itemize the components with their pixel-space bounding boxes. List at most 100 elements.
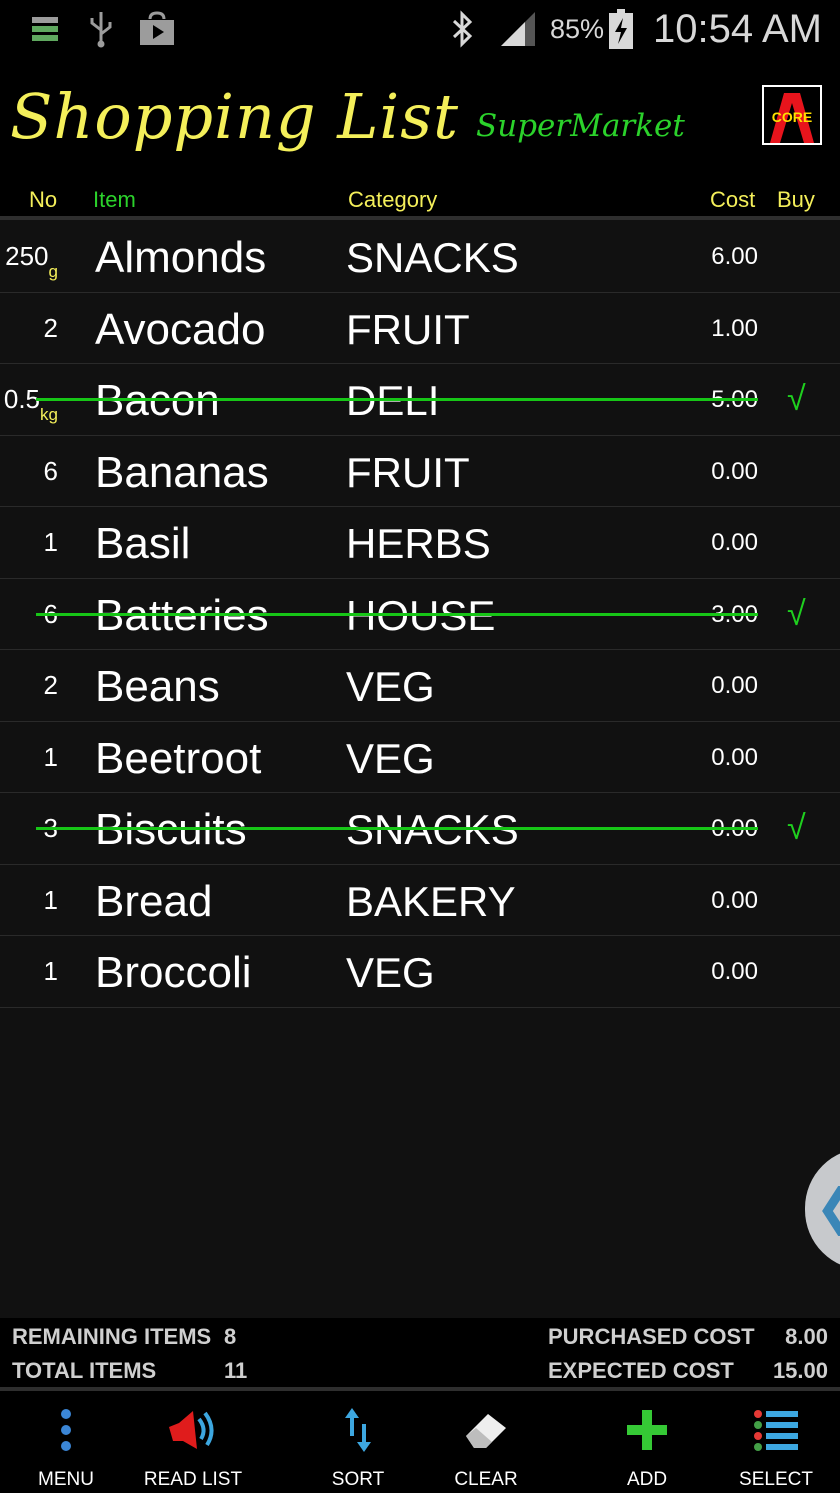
item-quantity: 1 xyxy=(44,865,58,939)
expected-cost-label: EXPECTED COST xyxy=(548,1358,734,1383)
select-label: SELECT xyxy=(739,1469,813,1490)
quantity-value: 1 xyxy=(43,527,58,557)
purchased-cost-value: 8.00 xyxy=(785,1324,828,1349)
column-header-category[interactable]: Category xyxy=(348,183,437,217)
column-header-no[interactable]: No xyxy=(29,183,57,217)
quantity-value: 2 xyxy=(43,312,58,343)
sort-arrows-icon xyxy=(314,1405,402,1455)
clear-button[interactable]: CLEAR xyxy=(442,1391,530,1493)
quantity-unit: kg xyxy=(40,405,58,424)
page-title: Shopping List xyxy=(10,80,459,153)
item-quantity: 1 xyxy=(44,507,58,581)
item-cost: 1.00 xyxy=(711,314,758,342)
item-cost: 0.00 xyxy=(711,743,758,771)
app-header: Shopping List SuperMarket CORE No Item C… xyxy=(0,58,840,218)
add-label: ADD xyxy=(626,1469,668,1490)
remaining-items-value: 8 xyxy=(224,1324,237,1349)
signal-icon xyxy=(498,0,538,58)
bottom-toolbar: MENU READ LIST SORT CLEAR ADD SELECT xyxy=(0,1391,840,1493)
eraser-icon xyxy=(442,1405,530,1455)
sort-button[interactable]: SORT xyxy=(314,1391,402,1493)
list-summary: REMAINING ITEMS 8 TOTAL ITEMS 11 PURCHAS… xyxy=(0,1318,840,1388)
item-quantity: 1 xyxy=(44,722,58,796)
item-quantity: 250g xyxy=(5,221,58,295)
list-item[interactable]: 0.5kg Bacon DELI 5.00 √ xyxy=(0,364,840,436)
quantity-unit: g xyxy=(48,262,58,281)
buy-check-icon[interactable]: √ xyxy=(787,364,806,435)
list-select-icon xyxy=(730,1405,822,1455)
item-name: Beans xyxy=(95,662,220,711)
shopping-list: 250g Almonds SNACKS 6.00 2 Avocado FRUIT… xyxy=(0,221,840,1008)
menu-button[interactable]: MENU xyxy=(22,1391,110,1493)
list-item[interactable]: 2 Beans VEG 0.00 xyxy=(0,650,840,722)
bluetooth-icon xyxy=(446,0,480,58)
logo-text: CORE xyxy=(771,109,813,125)
buy-check-icon[interactable]: √ xyxy=(787,579,806,650)
item-quantity: 2 xyxy=(44,650,58,724)
item-quantity: 2 xyxy=(44,293,58,367)
item-quantity: 3 xyxy=(44,793,58,867)
more-vert-icon xyxy=(22,1405,110,1455)
add-button[interactable]: ADD xyxy=(603,1391,691,1493)
item-quantity: 6 xyxy=(44,436,58,510)
quantity-value: 6 xyxy=(43,455,58,486)
status-bar: 85% 10:54 AM xyxy=(0,0,840,58)
read-list-button[interactable]: READ LIST xyxy=(140,1391,246,1493)
select-button[interactable]: SELECT xyxy=(730,1391,822,1493)
quantity-value: 250 xyxy=(5,241,49,271)
list-item[interactable]: 3 Biscuits SNACKS 0.00 √ xyxy=(0,793,840,865)
list-item[interactable]: 1 Bread BAKERY 0.00 xyxy=(0,865,840,939)
strike-line xyxy=(36,827,758,830)
item-category: VEG xyxy=(346,949,435,996)
plus-icon xyxy=(603,1405,691,1455)
list-item[interactable]: 6 Bananas FRUIT 0.00 xyxy=(0,436,840,510)
store-name[interactable]: SuperMarket xyxy=(476,108,685,144)
list-item[interactable]: 2 Avocado FRUIT 1.00 xyxy=(0,293,840,367)
list-item[interactable]: 1 Beetroot VEG 0.00 xyxy=(0,722,840,796)
item-category: VEG xyxy=(346,663,435,710)
clear-label: CLEAR xyxy=(454,1469,518,1490)
list-item[interactable]: 250g Almonds SNACKS 6.00 xyxy=(0,221,840,293)
item-name: Bananas xyxy=(95,447,269,497)
item-cost: 0.00 xyxy=(711,672,758,699)
item-name: Basil xyxy=(95,519,191,568)
item-cost: 0.00 xyxy=(711,958,758,985)
item-cost: 0.00 xyxy=(711,529,758,556)
buy-check-icon[interactable]: √ xyxy=(787,793,806,864)
list-item[interactable]: 1 Basil HERBS 0.00 xyxy=(0,507,840,579)
quantity-value: 1 xyxy=(43,884,58,915)
total-items-label: TOTAL ITEMS xyxy=(12,1358,157,1383)
play-store-icon xyxy=(137,0,177,58)
item-category: SNACKS xyxy=(346,234,519,281)
menu-label: MENU xyxy=(38,1469,94,1490)
item-category: HERBS xyxy=(346,520,491,567)
item-category: FRUIT xyxy=(346,305,470,353)
list-item[interactable]: 6 Batteries HOUSE 3.00 √ xyxy=(0,579,840,653)
remaining-items-label: REMAINING ITEMS xyxy=(12,1324,212,1349)
item-cost: 0.00 xyxy=(711,457,758,485)
column-header-buy[interactable]: Buy xyxy=(777,183,815,217)
column-header-cost[interactable]: Cost xyxy=(710,183,755,217)
side-drawer-handle[interactable]: ❮ xyxy=(805,1148,840,1270)
item-name: Beetroot xyxy=(95,733,262,783)
sort-label: SORT xyxy=(331,1469,385,1490)
chevron-left-icon: ❮ xyxy=(815,1178,840,1236)
usb-icon xyxy=(85,0,117,58)
expected-cost-value: 15.00 xyxy=(772,1358,828,1383)
app-logo[interactable]: CORE xyxy=(762,85,822,145)
clock: 10:54 AM xyxy=(652,7,822,51)
item-category: VEG xyxy=(346,734,435,782)
column-header-item[interactable]: Item xyxy=(93,183,136,217)
storage-icon xyxy=(28,0,62,58)
item-name: Avocado xyxy=(95,304,266,354)
total-items-value: 11 xyxy=(224,1358,248,1383)
quantity-value: 2 xyxy=(43,670,58,700)
list-item[interactable]: 1 Broccoli VEG 0.00 xyxy=(0,936,840,1008)
read-list-label: READ LIST xyxy=(143,1469,243,1490)
purchased-cost-label: PURCHASED COST xyxy=(548,1324,755,1349)
item-quantity: 6 xyxy=(44,579,58,653)
item-cost: 0.00 xyxy=(711,886,758,914)
speaker-icon xyxy=(140,1405,246,1455)
item-name: Broccoli xyxy=(95,948,252,997)
item-quantity: 0.5kg xyxy=(4,364,58,438)
